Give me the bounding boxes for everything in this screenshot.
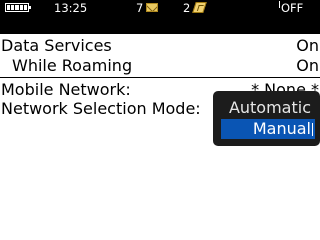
envelope-icon[interactable] (146, 3, 158, 12)
data-services-label: Data Services (1, 36, 112, 55)
data-services-value[interactable]: On (296, 36, 319, 56)
mobile-network-label: Mobile Network: (1, 80, 131, 99)
bbm-icon[interactable] (192, 2, 207, 13)
data-services-row[interactable]: Data Services On (0, 36, 320, 56)
network-selection-mode-label: Network Selection Mode: (1, 99, 201, 118)
option-manual-selected[interactable]: Manual (221, 119, 315, 139)
message-count: 7 (136, 1, 144, 15)
radio-off-icon (279, 1, 280, 8)
while-roaming-row[interactable]: While Roaming On (0, 56, 320, 76)
while-roaming-value[interactable]: On (296, 56, 319, 76)
clock: 13:25 (54, 1, 88, 15)
while-roaming-label: While Roaming (12, 56, 133, 75)
radio-status: OFF (281, 1, 304, 15)
status-bar: 13:25 7 2 OFF (0, 0, 320, 34)
network-selection-mode-dropdown[interactable]: Automatic Manual (213, 91, 320, 146)
section-divider (0, 77, 320, 78)
option-automatic[interactable]: Automatic (221, 98, 315, 118)
battery-icon (5, 3, 31, 12)
bbm-count: 2 (183, 1, 191, 15)
